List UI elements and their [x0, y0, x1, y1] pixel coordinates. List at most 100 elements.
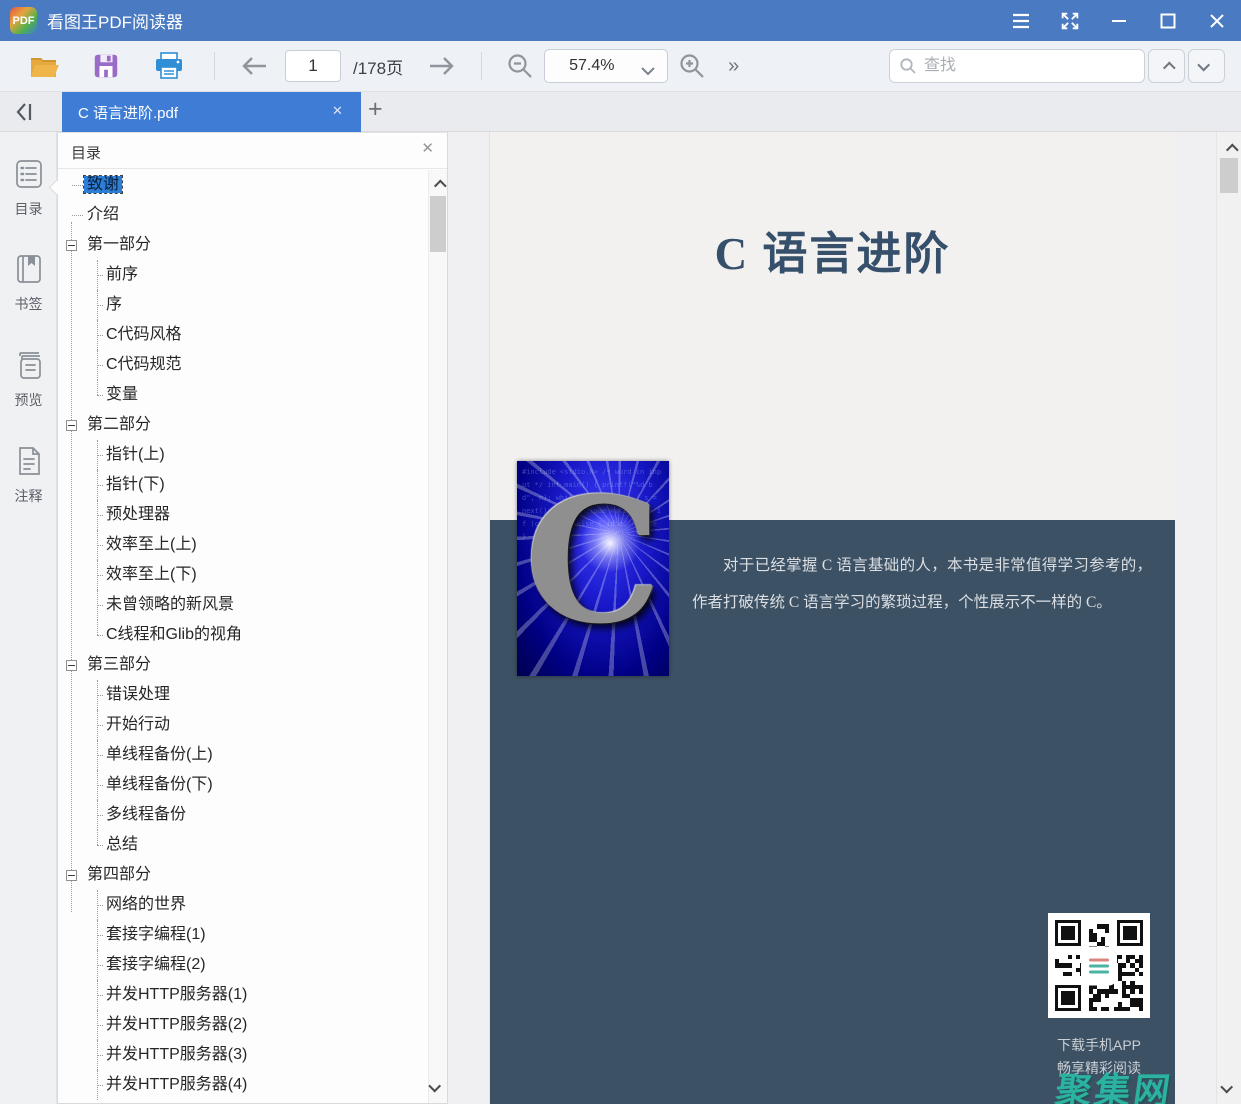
fullscreen-icon[interactable]: [1045, 0, 1094, 41]
toc-item[interactable]: 第一部分: [58, 230, 428, 260]
new-tab-button[interactable]: +: [368, 95, 383, 124]
toc-item[interactable]: 前序: [58, 260, 428, 290]
rail-item-bookmark[interactable]: 书签: [0, 253, 57, 314]
toc-item[interactable]: 指针(下): [58, 470, 428, 500]
toc-item[interactable]: 单线程备份(上): [58, 740, 428, 770]
toc-item[interactable]: 单线程备份(下): [58, 770, 428, 800]
app-logo-icon: PDF: [10, 7, 37, 34]
toc-item-label: 指针(下): [103, 476, 168, 493]
rail-item-label: 书签: [0, 294, 57, 314]
toc-item[interactable]: 指针(上): [58, 440, 428, 470]
titlebar: PDF 看图王PDF阅读器: [0, 0, 1241, 41]
toc-item-label: 单线程备份(上): [103, 746, 216, 763]
more-tools-button[interactable]: »: [728, 55, 737, 78]
toc-panel-close-icon[interactable]: ✕: [421, 141, 434, 156]
maximize-button[interactable]: [1143, 0, 1192, 41]
scroll-down-icon[interactable]: [433, 1079, 442, 1097]
close-button[interactable]: [1192, 0, 1241, 41]
toc-item[interactable]: 未曾领略的新风景: [58, 590, 428, 620]
toc-item[interactable]: C代码风格: [58, 320, 428, 350]
toc-panel-title: 目录: [71, 142, 101, 163]
find-next-button[interactable]: [1188, 49, 1225, 83]
toc-item-label: 第一部分: [84, 236, 154, 253]
rail-item-toc[interactable]: 目录: [0, 158, 57, 219]
toc-item[interactable]: 第四部分: [58, 860, 428, 890]
rail-item-preview[interactable]: 预览: [0, 349, 57, 410]
window-controls: [996, 0, 1241, 41]
zoom-level-select[interactable]: 57.4%: [544, 49, 668, 83]
collapse-minus-icon[interactable]: [66, 870, 77, 881]
zoom-in-icon[interactable]: [678, 52, 706, 80]
toc-item[interactable]: 总结: [58, 830, 428, 860]
viewer-scrollbar[interactable]: [1216, 132, 1241, 1104]
toc-scrollbar[interactable]: [428, 170, 447, 1103]
print-icon[interactable]: [154, 52, 184, 80]
qr-caption-line1: 下载手机APP: [1038, 1035, 1160, 1055]
collapse-sidebar-icon[interactable]: [14, 100, 38, 129]
collapse-minus-icon[interactable]: [66, 240, 77, 251]
toc-item-label: 并发HTTP服务器(3): [103, 1046, 250, 1063]
scroll-down-icon[interactable]: [1217, 1078, 1241, 1098]
toc-item[interactable]: 并发HTTP服务器(4): [58, 1070, 428, 1100]
toc-panel-header: 目录 ✕: [58, 133, 447, 169]
menu-icon[interactable]: [996, 0, 1045, 41]
toc-item[interactable]: 开始行动: [58, 710, 428, 740]
page-total-label: /178页: [353, 54, 403, 79]
rail-item-annotation[interactable]: 注释: [0, 445, 57, 506]
toc-item-label: 致谢: [84, 176, 122, 193]
toc-scrollbar-thumb[interactable]: [430, 196, 446, 252]
toc-item[interactable]: C线程和Glib的视角: [58, 620, 428, 650]
toc-item[interactable]: 介绍: [58, 200, 428, 230]
scroll-up-icon[interactable]: [433, 176, 442, 194]
toc-item[interactable]: 效率至上(上): [58, 530, 428, 560]
scroll-up-icon[interactable]: [1217, 138, 1241, 158]
qr-center-logo-icon: [1084, 949, 1114, 982]
toc-panel: 目录 ✕ 致谢介绍第一部分前序序C代码风格C代码规范变量第二部分指针(上) 指针(…: [57, 132, 448, 1104]
pdf-viewer[interactable]: C 语言进阶 #include <stdio.h> /* word in inp…: [449, 132, 1241, 1104]
toc-item[interactable]: 多线程备份: [58, 800, 428, 830]
search-input[interactable]: [889, 49, 1145, 83]
toc-item-label: 总结: [103, 836, 141, 853]
toc-item[interactable]: 预处理器: [58, 500, 428, 530]
toc-item[interactable]: 套接字编程(1): [58, 920, 428, 950]
toc-item[interactable]: 序: [58, 290, 428, 320]
find-previous-button[interactable]: [1148, 49, 1185, 83]
toc-item[interactable]: 并发HTTP服务器(2): [58, 1010, 428, 1040]
toc-item[interactable]: 错误处理: [58, 680, 428, 710]
toc-item-label: 并发HTTP服务器(1): [103, 986, 250, 1003]
toc-item[interactable]: 第二部分: [58, 410, 428, 440]
qr-finder-icon: [1117, 920, 1143, 946]
qr-finder-icon: [1055, 920, 1081, 946]
toc-item-label: 效率至上(上): [103, 536, 200, 553]
toc-item[interactable]: 第三部分: [58, 650, 428, 680]
toc-item[interactable]: 并发HTTP服务器(1): [58, 980, 428, 1010]
toc-item[interactable]: 致谢: [58, 170, 428, 200]
toc-item[interactable]: 并发HTTP服务器(3): [58, 1040, 428, 1070]
collapse-minus-icon[interactable]: [66, 420, 77, 431]
tab-title: C 语言进阶.pdf: [78, 102, 178, 123]
toc-item[interactable]: 套接字编程(2): [58, 950, 428, 980]
toc-item[interactable]: C代码规范: [58, 350, 428, 380]
minimize-button[interactable]: [1094, 0, 1143, 41]
annotation-icon: [13, 445, 45, 477]
toc-item[interactable]: 变量: [58, 380, 428, 410]
page-number-input[interactable]: [285, 50, 341, 82]
toc-item[interactable]: 效率至上(下): [58, 560, 428, 590]
open-file-icon[interactable]: [28, 52, 60, 80]
next-page-icon[interactable]: [427, 54, 457, 78]
toc-item[interactable]: 网络的世界: [58, 890, 428, 920]
save-icon[interactable]: [92, 52, 120, 80]
sidebar-rail: 目录 书签 预览 注释: [0, 132, 57, 1104]
zoom-out-icon[interactable]: [506, 52, 534, 80]
toc-item-label: 单线程备份(下): [103, 776, 216, 793]
toc-item-label: 套接字编程(2): [103, 956, 209, 973]
qr-code: [1048, 913, 1150, 1018]
previous-page-icon[interactable]: [239, 54, 269, 78]
tab-document[interactable]: C 语言进阶.pdf: [62, 92, 361, 132]
toolbar-separator: [214, 52, 215, 80]
toc-tree: 致谢介绍第一部分前序序C代码风格C代码规范变量第二部分指针(上) 指针(下) 预处理…: [58, 170, 428, 1103]
toc-item-label: 未曾领略的新风景: [103, 596, 237, 613]
tab-close-icon[interactable]: ✕: [332, 104, 343, 117]
viewer-scrollbar-thumb[interactable]: [1220, 158, 1238, 193]
collapse-minus-icon[interactable]: [66, 660, 77, 671]
